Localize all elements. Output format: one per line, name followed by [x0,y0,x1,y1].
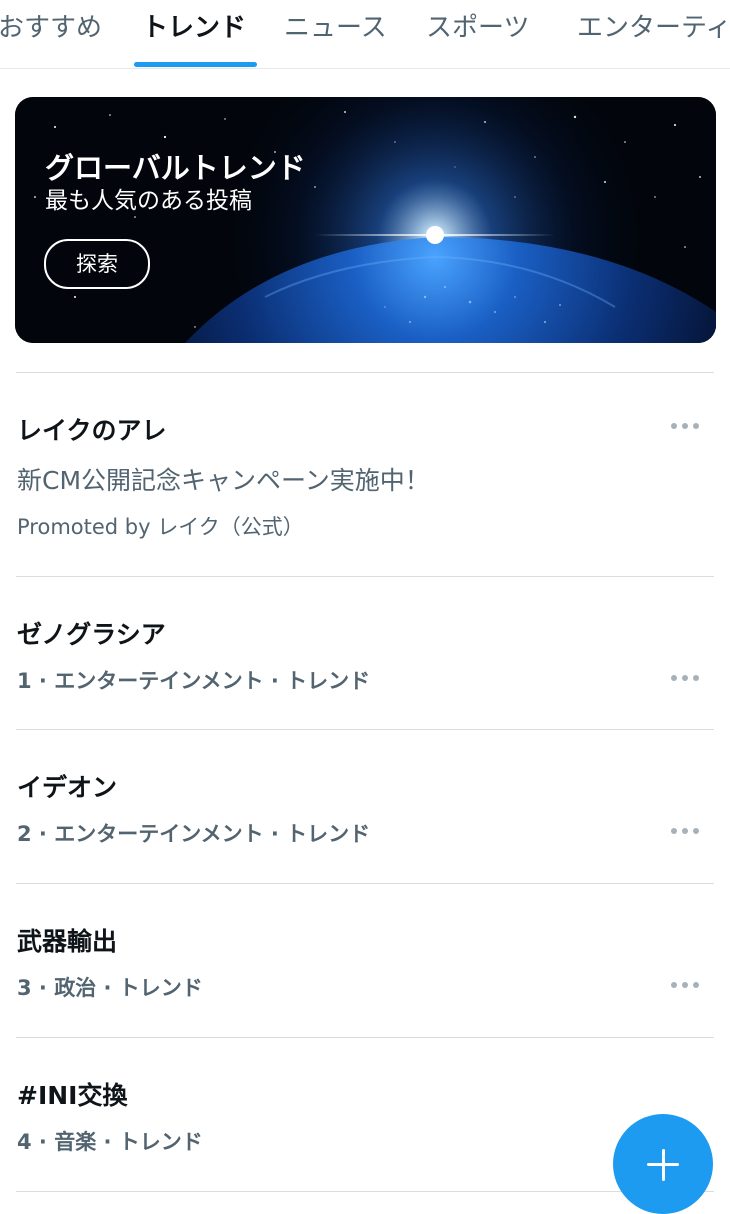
tab-recommended[interactable]: おすすめ [0,8,102,48]
promoted-trend-item[interactable]: レイクのアレ 新CM公開記念キャンペーン実施中！ Promoted by レイク… [0,373,730,576]
more-horizontal-icon[interactable] [668,418,702,434]
trend-meta: 3 · 政治 · トレンド [17,976,203,1000]
trend-item[interactable]: イデオン 2 · エンターテインメント · トレンド [0,730,730,883]
trend-title: ゼノグラシア [17,620,166,649]
active-tab-indicator [134,62,257,67]
trend-item[interactable]: ゼノグラシア 1 · エンターテインメント · トレンド [0,577,730,729]
plus-icon-stroke [661,1149,665,1181]
more-horizontal-icon[interactable] [668,670,702,686]
compose-button[interactable] [613,1114,713,1214]
more-horizontal-icon[interactable] [668,823,702,839]
trend-title: #INI交換 [17,1081,128,1110]
trend-item[interactable]: 武器輸出 3 · 政治 · トレンド [0,884,730,1037]
trend-title: イデオン [17,773,118,802]
divider [16,1191,714,1192]
promoted-description: 新CM公開記念キャンペーン実施中！ [17,466,430,495]
explore-tab-bar: おすすめ トレンド ニュース スポーツ エンターティ [0,0,730,69]
tab-entertainment[interactable]: エンターティ [577,8,730,48]
tab-trends[interactable]: トレンド [142,8,246,48]
more-horizontal-icon[interactable] [668,977,702,993]
trend-title: 武器輸出 [17,927,118,956]
trend-title: レイクのアレ [17,416,167,445]
global-trends-banner[interactable]: グローバルトレンド 最も人気のある投稿 探索 [15,97,716,343]
promoted-by-label: Promoted by レイク（公式） [17,515,304,539]
tab-news[interactable]: ニュース [284,8,387,48]
tab-sports[interactable]: スポーツ [426,8,529,48]
banner-subtitle: 最も人気のある投稿 [45,188,252,214]
earth-from-space-image [15,97,716,343]
trend-meta: 2 · エンターテインメント · トレンド [17,822,371,846]
explore-button[interactable]: 探索 [44,239,150,289]
trend-meta: 1 · エンターテインメント · トレンド [17,669,371,693]
trend-meta: 4 · 音楽 · トレンド [17,1130,203,1154]
